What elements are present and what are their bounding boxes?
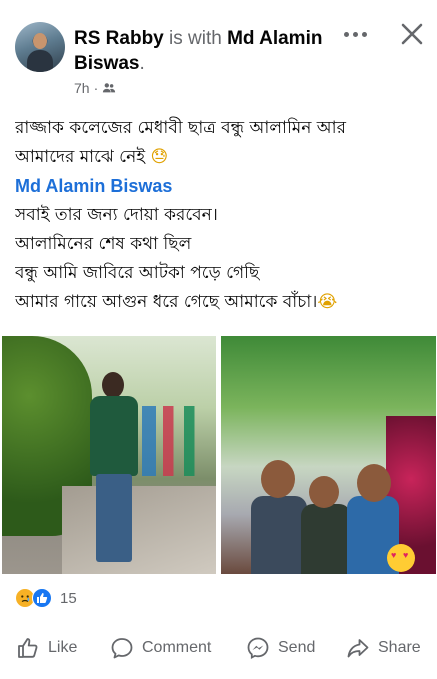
person-body xyxy=(301,504,351,574)
reaction-summary[interactable]: 15 xyxy=(15,588,77,608)
post-header: RS Rabby is with Md Alamin Biswas. 7h · xyxy=(0,0,437,100)
emoji-face: ♥ ♥ xyxy=(387,544,415,572)
body-line-1: রাজ্জাক কলেজের মেধাবী ছাত্র বন্ধু আলামিন… xyxy=(15,118,346,138)
avatar-body xyxy=(27,50,53,72)
action-bar: Like Comment Send Share xyxy=(0,630,437,666)
person-face xyxy=(309,476,339,508)
more-dot xyxy=(343,31,349,37)
photo-grid: ♥ ♥ xyxy=(0,336,437,576)
share-button[interactable]: Share xyxy=(346,636,421,660)
person-body xyxy=(251,496,307,574)
messenger-icon xyxy=(247,637,269,660)
photo-standing-on-path[interactable] xyxy=(2,336,216,574)
photo-group-selfie[interactable]: ♥ ♥ xyxy=(221,336,436,574)
body-line-2: আমাদের মাঝে নেই 😓 xyxy=(15,143,425,172)
thumbs-up-icon xyxy=(18,638,38,658)
more-horizontal-icon[interactable] xyxy=(340,24,370,44)
like-label: Like xyxy=(48,639,78,656)
author-avatar[interactable] xyxy=(15,22,65,72)
comment-bubble-icon xyxy=(111,638,133,659)
comment-button[interactable]: Comment xyxy=(110,636,211,660)
body-line-4: আলামিনের শেষ কথা ছিল xyxy=(15,234,192,254)
author-name[interactable]: RS Rabby xyxy=(74,28,164,49)
post-meta: 7h · xyxy=(74,80,116,96)
body-line-2-text: আমাদের মাঝে নেই xyxy=(15,147,146,167)
period-text: . xyxy=(139,53,145,74)
heart-eye: ♥ xyxy=(403,550,409,560)
person-head xyxy=(102,372,124,398)
person-face xyxy=(357,464,391,502)
heart-eyes-emoji: ♥ ♥ xyxy=(387,544,415,574)
mention-link[interactable]: Md Alamin Biswas xyxy=(15,172,425,201)
with-text: is with xyxy=(169,28,222,49)
send-label: Send xyxy=(278,639,316,656)
more-dot xyxy=(361,31,367,37)
body-line-6-text: আমার গায়ে আগুন ধরে গেছে আমাকে বাঁচা। xyxy=(15,292,318,312)
body-line-6: আমার গায়ে আগুন ধরে গেছে আমাকে বাঁচা।😭 xyxy=(15,288,425,317)
person-figure xyxy=(84,372,144,567)
person-legs xyxy=(96,474,132,562)
post-body: রাজ্জাক কলেজের মেধাবী ছাত্র বন্ধু আলামিন… xyxy=(15,114,425,317)
author-line: RS Rabby is with Md Alamin Biswas. xyxy=(74,26,334,76)
post-time[interactable]: 7h xyxy=(74,80,90,96)
close-icon[interactable] xyxy=(398,20,426,48)
meta-separator: · xyxy=(93,80,99,96)
friends-icon[interactable] xyxy=(102,81,116,95)
body-line-5: বন্ধু আমি জাবিরে আটকা পড়ে গেছি xyxy=(15,263,260,283)
avatar-head xyxy=(33,33,47,49)
heart-eye: ♥ xyxy=(391,550,397,560)
send-button[interactable]: Send xyxy=(246,636,315,660)
person-face xyxy=(261,460,295,498)
more-dot xyxy=(352,31,358,37)
like-reaction-icon xyxy=(32,588,52,608)
person-shirt xyxy=(90,396,138,476)
comment-label: Comment xyxy=(142,639,212,656)
body-line-3: সবাই তার জন্য দোয়া করবেন। xyxy=(15,205,218,225)
share-label: Share xyxy=(378,639,421,656)
share-arrow-icon xyxy=(347,639,369,658)
crying-emoji: 😭 xyxy=(317,292,338,312)
background-people xyxy=(142,406,212,476)
selfie-group xyxy=(251,446,401,574)
like-button[interactable]: Like xyxy=(16,636,77,660)
sad-sweat-emoji: 😓 xyxy=(150,147,169,167)
reaction-count: 15 xyxy=(60,589,77,607)
